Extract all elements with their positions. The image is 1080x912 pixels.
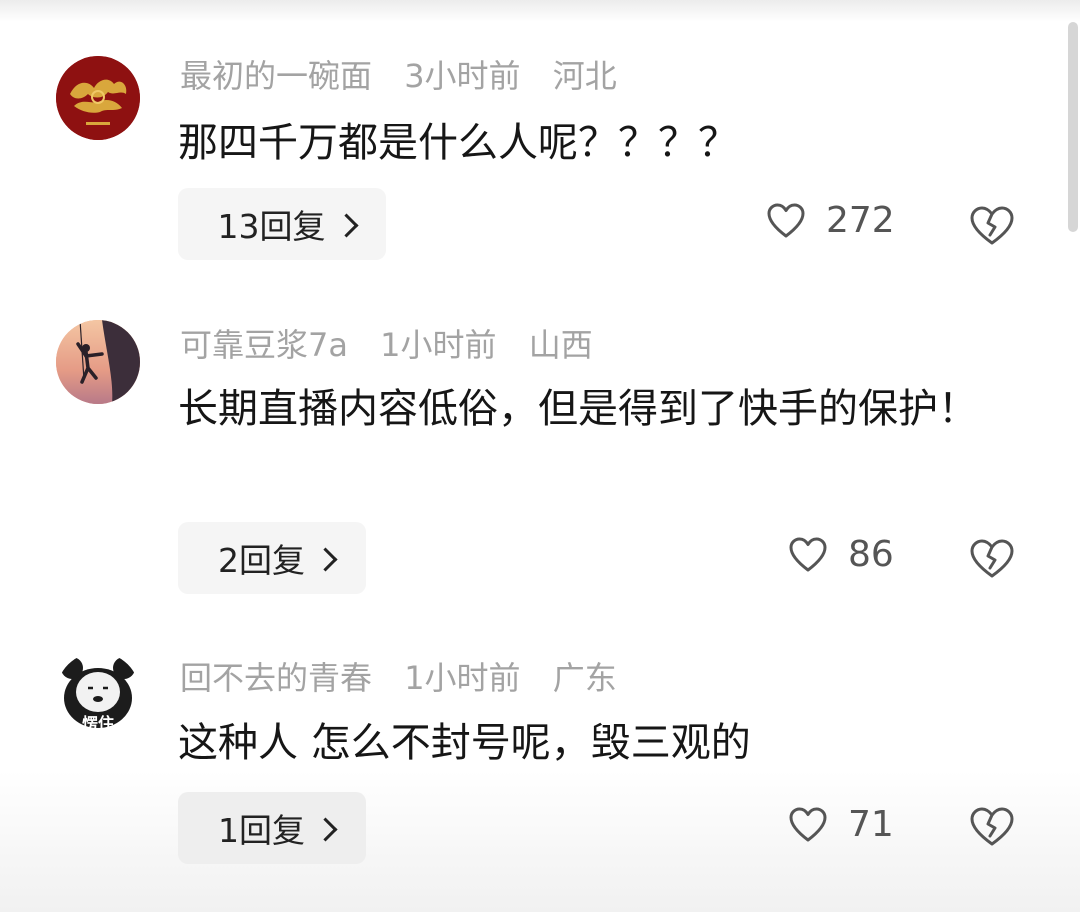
dislike-button[interactable] [968, 205, 1016, 251]
comment-text: 那四千万都是什么人呢？？？？ [178, 120, 738, 166]
reply-button[interactable]: 2回复 [178, 522, 366, 594]
chevron-right-icon [313, 816, 338, 842]
climber-sunset-avatar-icon [56, 320, 140, 404]
like-button[interactable]: 71 [788, 804, 894, 845]
username[interactable]: 最初的一碗面 [180, 57, 372, 95]
timestamp: 3小时前 [404, 57, 521, 95]
like-button[interactable]: 272 [766, 200, 895, 241]
dislike-button[interactable] [968, 538, 1016, 584]
broken-heart-icon [970, 539, 1014, 578]
location: 河北 [552, 57, 617, 95]
avatar[interactable] [56, 56, 140, 140]
red-seal-avatar-icon [56, 56, 140, 140]
like-count: 71 [848, 804, 894, 845]
dislike-button[interactable] [968, 806, 1016, 852]
location: 山西 [528, 326, 593, 364]
username[interactable]: 回不去的青春 [180, 659, 372, 697]
like-count: 272 [826, 200, 895, 241]
timestamp: 1小时前 [380, 326, 497, 364]
comment-text: 这种人 怎么不封号呢，毁三观的 [178, 720, 751, 766]
like-button[interactable]: 86 [788, 534, 894, 575]
like-count: 86 [848, 534, 894, 575]
heart-outline-icon [789, 807, 827, 841]
chevron-right-icon [333, 212, 359, 238]
comment-meta: 回不去的青春 1小时前 广东 [180, 658, 639, 698]
broken-heart-icon [970, 807, 1014, 846]
reply-button[interactable]: 13回复 [178, 188, 386, 260]
top-fade [0, 0, 1080, 22]
comment-meta: 可靠豆浆7a 1小时前 山西 [180, 325, 615, 365]
scrollbar[interactable] [1068, 22, 1078, 232]
reply-button[interactable]: 1回复 [178, 792, 366, 864]
reply-count: 13回复 [217, 207, 326, 246]
heart-outline-icon [789, 537, 827, 571]
avatar[interactable]: 愣住 [56, 652, 140, 736]
location: 广东 [552, 659, 617, 697]
reply-count: 1回复 [218, 811, 305, 850]
chevron-right-icon [313, 546, 338, 572]
avatar[interactable] [56, 320, 140, 404]
comment-text: 长期直播内容低俗，但是得到了快手的保护！ [178, 386, 978, 432]
broken-heart-icon [970, 206, 1014, 245]
username[interactable]: 可靠豆浆7a [180, 326, 348, 364]
comment-meta: 最初的一碗面 3小时前 河北 [180, 56, 639, 96]
avatar-caption: 愣住 [81, 714, 114, 733]
bottom-fade [0, 770, 1080, 912]
heart-outline-icon [767, 203, 805, 237]
reply-count: 2回复 [218, 541, 305, 580]
timestamp: 1小时前 [404, 659, 521, 697]
